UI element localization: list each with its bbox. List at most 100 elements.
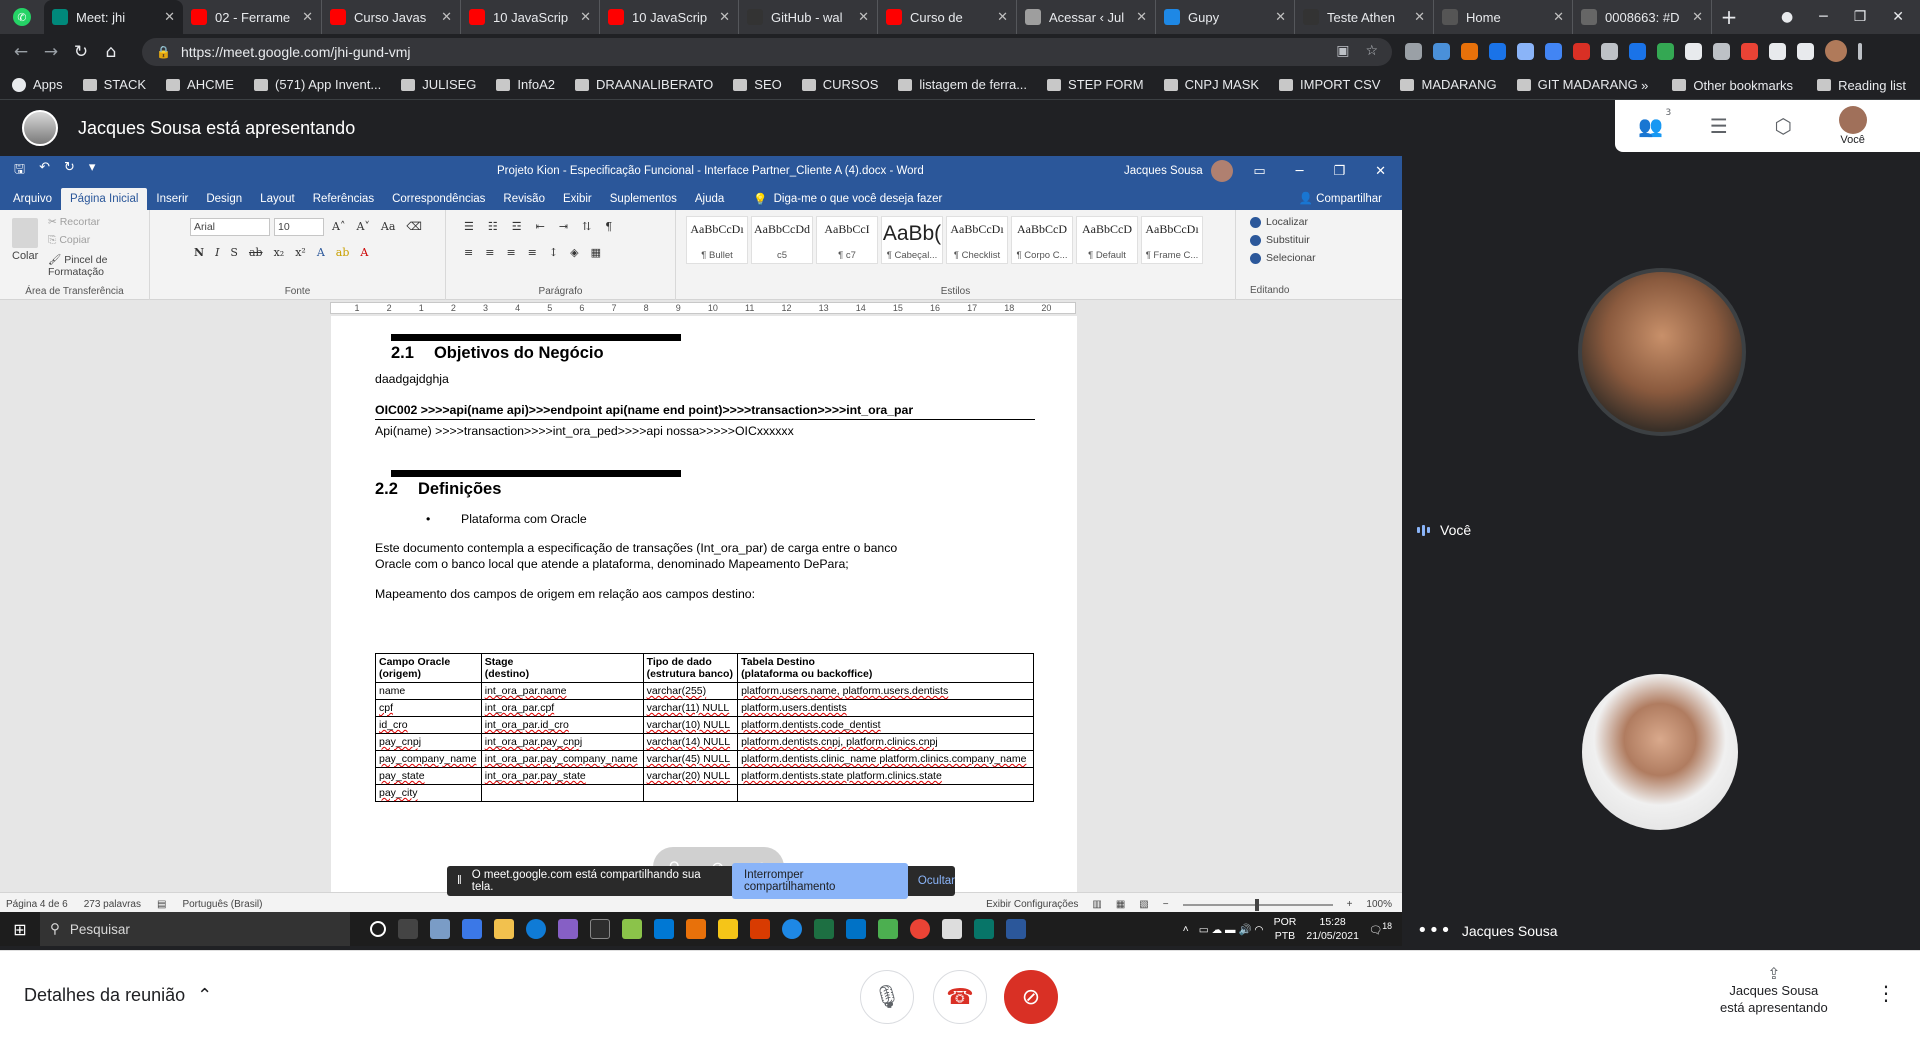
shrink-font-icon[interactable]: A˅ xyxy=(356,220,369,233)
browser-tab[interactable]: 02 - Ferrame ✕ xyxy=(183,0,322,34)
participant-video-tile[interactable] xyxy=(1582,674,1738,830)
bookmark-item[interactable]: MADARANG xyxy=(1400,77,1497,92)
presenting-indicator[interactable]: ⇪ Jacques Sousa está apresentando xyxy=(1720,965,1828,1016)
app-icon[interactable] xyxy=(686,919,706,939)
align-right-icon[interactable]: ≡ xyxy=(506,246,515,259)
ribbon-tab[interactable]: Arquivo xyxy=(4,188,61,210)
app-icon[interactable] xyxy=(718,919,738,939)
bookmark-star-icon[interactable]: ☆ xyxy=(1365,43,1378,59)
bookmark-item[interactable]: Apps xyxy=(12,77,63,92)
bookmark-item[interactable]: STACK xyxy=(82,77,146,92)
extension-icon[interactable] xyxy=(1657,42,1674,60)
camera-button[interactable]: ⊘ xyxy=(1004,970,1058,1024)
word-icon[interactable] xyxy=(1006,919,1026,939)
ribbon-tab[interactable]: Exibir xyxy=(554,188,601,210)
zoom-level[interactable]: 100% xyxy=(1366,899,1392,910)
word-count[interactable]: 273 palavras xyxy=(84,899,141,910)
more-options-icon[interactable]: ⋮ xyxy=(1876,981,1896,1005)
table-cell[interactable]: name xyxy=(375,682,482,700)
tab-close-icon[interactable]: ✕ xyxy=(1692,10,1703,25)
style-swatch[interactable]: AaBbCcD ¶ Corpo C... xyxy=(1011,216,1073,264)
browser-tab[interactable]: Curso Javas ✕ xyxy=(322,0,461,34)
excel-icon[interactable] xyxy=(814,919,834,939)
ribbon-tab[interactable]: Correspondências xyxy=(383,188,494,210)
bookmark-item[interactable]: STEP FORM xyxy=(1047,77,1144,92)
highlight-icon[interactable]: ab xyxy=(336,246,350,259)
customize-icon[interactable]: ▾ xyxy=(89,160,96,182)
table-cell[interactable] xyxy=(480,784,644,802)
app-icon[interactable] xyxy=(878,919,898,939)
bookmarks-overflow-icon[interactable]: » xyxy=(1641,78,1648,93)
table-cell[interactable] xyxy=(737,784,1034,802)
tab-close-icon[interactable]: ✕ xyxy=(719,10,730,25)
style-swatch[interactable]: AaBbCcDı ¶ Checklist xyxy=(946,216,1008,264)
people-icon[interactable]: 👥 3 xyxy=(1638,108,1671,138)
ribbon-tab[interactable]: Página Inicial xyxy=(61,188,148,210)
browser-tab[interactable]: Teste Athen ✕ xyxy=(1295,0,1434,34)
extension-icon[interactable] xyxy=(1601,42,1618,60)
multilevel-icon[interactable]: ☲ xyxy=(512,220,522,233)
ribbon-tab[interactable]: Layout xyxy=(251,188,304,210)
print-layout-icon[interactable]: ▦ xyxy=(1116,899,1125,910)
bookmark-item[interactable]: CNPJ MASK xyxy=(1163,77,1259,92)
app-icon[interactable] xyxy=(654,919,674,939)
project-icon[interactable] xyxy=(974,919,994,939)
browser-tab[interactable]: Gupy ✕ xyxy=(1156,0,1295,34)
tab-close-icon[interactable]: ✕ xyxy=(1414,10,1425,25)
extension-icon[interactable] xyxy=(1545,42,1562,60)
other-bookmarks[interactable]: Other bookmarks xyxy=(1672,78,1793,93)
new-tab-button[interactable]: + xyxy=(1712,0,1746,34)
table-cell[interactable]: cpf xyxy=(375,699,482,717)
extension-icon[interactable] xyxy=(1461,42,1478,60)
copy-button[interactable]: ⎘ Copiar xyxy=(48,234,149,247)
app-icon[interactable] xyxy=(590,919,610,939)
hide-notice-button[interactable]: Ocultar xyxy=(918,875,955,887)
tray-expand-icon[interactable]: ˄ xyxy=(1183,923,1189,935)
justify-icon[interactable]: ≡ xyxy=(528,246,537,259)
forward-button[interactable]: → xyxy=(36,42,66,62)
table-cell[interactable] xyxy=(642,784,739,802)
extension-icon[interactable] xyxy=(1685,42,1702,60)
decrease-indent-icon[interactable]: ⇤ xyxy=(536,220,545,233)
self-view-button[interactable]: Você xyxy=(1838,106,1867,146)
tab-close-icon[interactable]: ✕ xyxy=(1136,10,1147,25)
table-cell[interactable]: int_ora_par.pay_cnpj xyxy=(480,733,644,751)
tab-close-icon[interactable]: ✕ xyxy=(1553,10,1564,25)
meeting-details-button[interactable]: Detalhes da reunião ⌃ xyxy=(24,985,212,1006)
borders-icon[interactable]: ▦ xyxy=(591,246,601,259)
cut-button[interactable]: ✂ Recortar xyxy=(48,216,149,228)
extension-icon[interactable] xyxy=(1433,42,1450,60)
style-swatch[interactable]: AaBb(¶ Cabeçal... xyxy=(881,216,943,264)
table-cell[interactable]: varchar(20) NULL xyxy=(642,767,739,785)
stop-sharing-button[interactable]: Interromper compartilhamento xyxy=(732,863,908,899)
superscript-icon[interactable]: x² xyxy=(295,246,306,259)
tab-close-icon[interactable]: ✕ xyxy=(997,10,1008,25)
browser-tab[interactable]: Acessar ‹ Jul ✕ xyxy=(1017,0,1156,34)
increase-indent-icon[interactable]: ⇥ xyxy=(559,220,568,233)
web-layout-icon[interactable]: ▧ xyxy=(1139,899,1148,910)
page-count[interactable]: Página 4 de 6 xyxy=(6,899,68,910)
app-icon[interactable] xyxy=(942,919,962,939)
style-swatch[interactable]: AaBbCcDd c5 xyxy=(751,216,813,264)
input-language[interactable]: POR PTB xyxy=(1274,915,1297,943)
text-effects-icon[interactable]: A xyxy=(317,246,325,259)
font-color-icon[interactable]: A xyxy=(360,246,368,259)
visual-studio-icon[interactable] xyxy=(558,919,578,939)
cortana-icon[interactable] xyxy=(370,921,386,937)
table-cell[interactable]: platform.dentists.cnpj, platform.clinics… xyxy=(737,733,1034,751)
table-cell[interactable]: int_ora_par.id_cro xyxy=(480,716,644,734)
table-cell[interactable]: platform.users.dentists xyxy=(737,699,1034,717)
address-bar[interactable]: 🔒 https://meet.google.com/jhi-gund-vmj ▣… xyxy=(142,38,1392,66)
profile-menu-icon[interactable]: ● xyxy=(1781,9,1793,25)
app-icon[interactable] xyxy=(462,919,482,939)
document-page[interactable]: 2.1 Objetivos do Negócio daadgajdghja OIC… xyxy=(331,316,1077,892)
clock[interactable]: 15:28 21/05/2021 xyxy=(1306,915,1359,943)
home-button[interactable]: ⌂ xyxy=(96,42,126,62)
tray-icons[interactable]: ▭ ☁ ▬ 🔊 ◠ xyxy=(1199,923,1264,936)
ribbon-tab[interactable]: Suplementos xyxy=(601,188,686,210)
style-swatch[interactable]: AaBbCcDı ¶ Frame C... xyxy=(1141,216,1203,264)
tab-close-icon[interactable]: ✕ xyxy=(1275,10,1286,25)
bookmark-item[interactable]: JULISEG xyxy=(401,77,476,92)
ribbon-tab[interactable]: Inserir xyxy=(147,188,197,210)
word-close-button[interactable]: ✕ xyxy=(1375,164,1386,179)
